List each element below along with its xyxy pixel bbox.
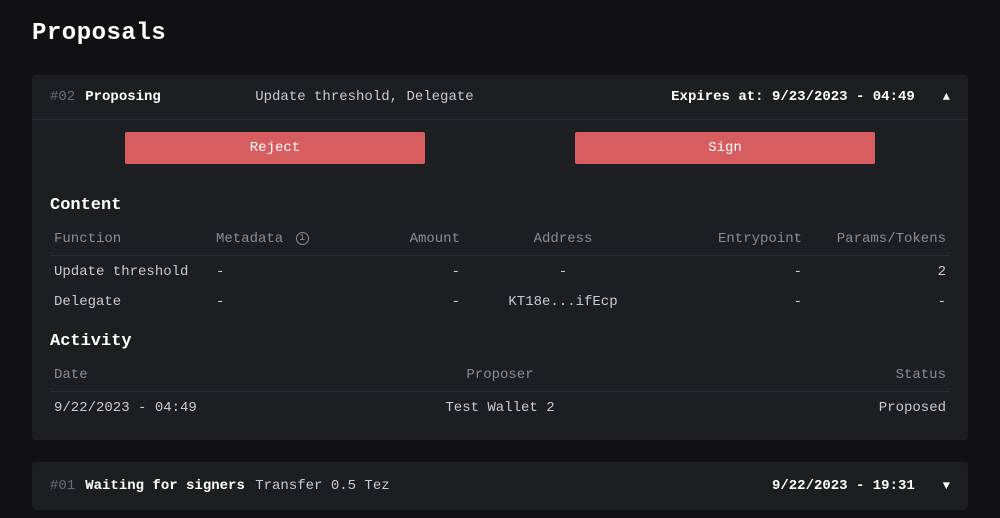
cell-params: 2 bbox=[806, 256, 950, 287]
activity-row: 9/22/2023 - 04:49 Test Wallet 2 Proposed bbox=[50, 392, 950, 423]
content-header-function: Function bbox=[50, 225, 212, 256]
reject-button[interactable]: Reject bbox=[125, 132, 425, 164]
proposal-header[interactable]: #01 Waiting for signers Transfer 0.5 Tez… bbox=[32, 462, 968, 510]
proposal-id: #01 bbox=[50, 478, 75, 494]
content-header-entrypoint: Entrypoint bbox=[662, 225, 806, 256]
proposal-summary: Transfer 0.5 Tez bbox=[255, 478, 762, 494]
activity-header-date: Date bbox=[50, 361, 347, 392]
activity-proposer: Test Wallet 2 bbox=[347, 392, 653, 423]
activity-header-status: Status bbox=[653, 361, 950, 392]
cell-entrypoint: - bbox=[662, 286, 806, 316]
cell-address: KT18e...ifEcp bbox=[464, 286, 662, 316]
proposal-expires: Expires at: 9/23/2023 - 04:49 bbox=[671, 89, 915, 105]
activity-date: 9/22/2023 - 04:49 bbox=[50, 392, 347, 423]
proposal-id: #02 bbox=[50, 89, 75, 105]
activity-header-proposer: Proposer bbox=[347, 361, 653, 392]
proposal-status: Waiting for signers bbox=[85, 478, 245, 494]
info-icon[interactable]: i bbox=[296, 232, 309, 245]
cell-function: Delegate bbox=[50, 286, 212, 316]
actions-row: Reject Sign bbox=[32, 120, 968, 176]
cell-params: - bbox=[806, 286, 950, 316]
proposal-summary: Update threshold, Delegate bbox=[255, 89, 661, 105]
proposal-card-collapsed: #01 Waiting for signers Transfer 0.5 Tez… bbox=[32, 462, 968, 510]
content-title: Content bbox=[50, 196, 950, 215]
page-title: Proposals bbox=[32, 20, 968, 47]
content-row: Delegate - - KT18e...ifEcp - - bbox=[50, 286, 950, 316]
content-header-address: Address bbox=[464, 225, 662, 256]
cell-entrypoint: - bbox=[662, 256, 806, 287]
expires-value: 9/23/2023 - 04:49 bbox=[772, 89, 915, 105]
sign-button[interactable]: Sign bbox=[575, 132, 875, 164]
activity-header-row: Date Proposer Status bbox=[50, 361, 950, 392]
chevron-down-icon[interactable]: ▼ bbox=[943, 479, 950, 493]
content-header-amount: Amount bbox=[338, 225, 464, 256]
cell-metadata: - bbox=[212, 286, 338, 316]
activity-status: Proposed bbox=[653, 392, 950, 423]
activity-table: Date Proposer Status 9/22/2023 - 04:49 T… bbox=[50, 361, 950, 422]
cell-function: Update threshold bbox=[50, 256, 212, 287]
proposal-body: Content Function Metadata i Amount Addre… bbox=[32, 176, 968, 440]
activity-title: Activity bbox=[50, 332, 950, 351]
proposal-status: Proposing bbox=[85, 89, 245, 105]
cell-amount: - bbox=[338, 286, 464, 316]
content-header-params: Params/Tokens bbox=[806, 225, 950, 256]
proposal-header[interactable]: #02 Proposing Update threshold, Delegate… bbox=[32, 75, 968, 119]
proposal-date: 9/22/2023 - 19:31 bbox=[772, 478, 915, 494]
cell-amount: - bbox=[338, 256, 464, 287]
cell-address: - bbox=[464, 256, 662, 287]
content-header-row: Function Metadata i Amount Address Entry… bbox=[50, 225, 950, 256]
content-table: Function Metadata i Amount Address Entry… bbox=[50, 225, 950, 316]
content-header-metadata: Metadata i bbox=[212, 225, 338, 256]
metadata-label: Metadata bbox=[216, 231, 283, 247]
cell-metadata: - bbox=[212, 256, 338, 287]
content-row: Update threshold - - - - 2 bbox=[50, 256, 950, 287]
chevron-up-icon[interactable]: ▲ bbox=[943, 90, 950, 104]
proposal-card-expanded: #02 Proposing Update threshold, Delegate… bbox=[32, 75, 968, 440]
expires-label: Expires at: bbox=[671, 89, 763, 105]
